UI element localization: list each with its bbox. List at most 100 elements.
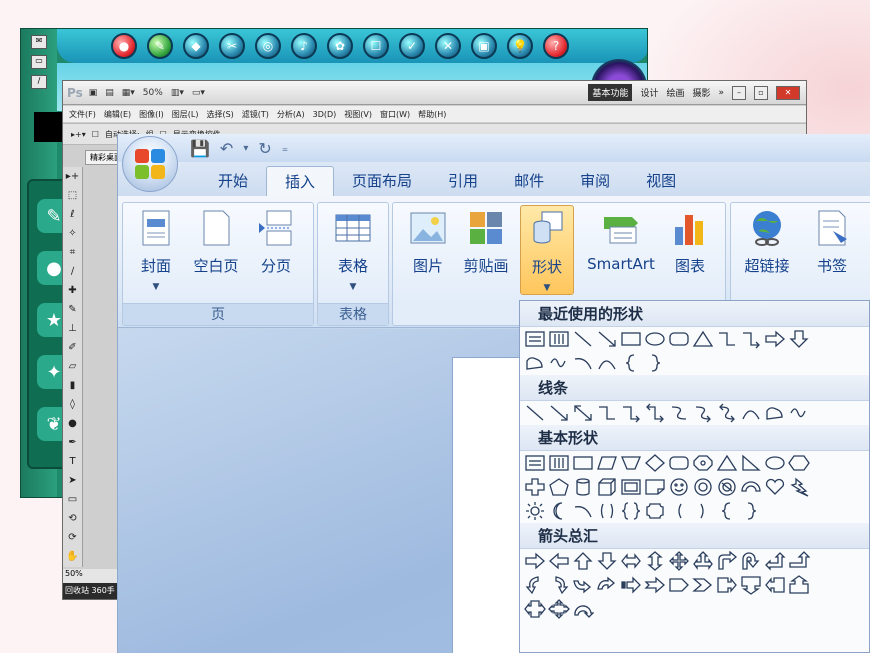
sun-shape-icon[interactable] — [524, 501, 546, 521]
smartart-button[interactable]: SmartArt — [583, 209, 659, 273]
parallelogram-shape-icon[interactable] — [596, 453, 618, 473]
shape-tool-icon[interactable]: ▭ — [63, 490, 82, 509]
right-brace-shape-icon[interactable] — [644, 353, 666, 373]
blank-page-button[interactable]: 空白页 — [189, 209, 243, 276]
arrow-line-shape-icon[interactable] — [548, 403, 570, 423]
left-brace-shape-icon[interactable] — [620, 353, 642, 373]
crop-tool-icon[interactable]: ⌗ — [63, 243, 82, 262]
mini-icon[interactable]: ✉ — [31, 35, 47, 49]
heart-shape-icon[interactable] — [764, 477, 786, 497]
curved-arrow-connector-icon[interactable] — [692, 403, 714, 423]
brush-tool-icon[interactable]: ✎ — [63, 300, 82, 319]
chevron-shape-icon[interactable] — [692, 575, 714, 595]
cover-page-button[interactable]: 封面 ▼ — [129, 209, 183, 292]
tab-view[interactable]: 视图 — [628, 166, 694, 196]
curved-right-arrow-shape-icon[interactable] — [524, 575, 546, 595]
mini-bridge-icon[interactable]: ▤ — [105, 88, 114, 98]
eraser-tool-icon[interactable]: ▱ — [63, 357, 82, 376]
tool-icon[interactable]: ✎ — [147, 33, 173, 59]
hand-tool-icon[interactable]: ✋ — [63, 547, 82, 566]
marquee-tool-icon[interactable]: ⬚ — [63, 186, 82, 205]
left-right-up-arrow-shape-icon[interactable] — [692, 551, 714, 571]
curved-up-arrow-shape-icon[interactable] — [572, 575, 594, 595]
customize-qat-icon[interactable]: ₌ — [282, 141, 288, 155]
block-arc-shape-icon[interactable] — [740, 477, 762, 497]
down-arrow-shape-icon[interactable] — [788, 329, 810, 349]
right-brace-shape-icon[interactable] — [740, 501, 762, 521]
hyperlink-button[interactable]: 超链接 — [735, 209, 799, 276]
workspace-design[interactable]: 设计 — [640, 86, 658, 99]
diamond-shape-icon[interactable] — [644, 453, 666, 473]
left-bracket-shape-icon[interactable] — [668, 501, 690, 521]
cross-shape-icon[interactable] — [524, 477, 546, 497]
circular-arrow-shape-icon[interactable] — [572, 599, 594, 619]
cube-shape-icon[interactable] — [596, 477, 618, 497]
menu-view[interactable]: 视图(V) — [344, 109, 372, 120]
lightning-bolt-shape-icon[interactable] — [788, 477, 810, 497]
history-brush-icon[interactable]: ✐ — [63, 338, 82, 357]
bent-up-arrow-shape-icon[interactable] — [788, 551, 810, 571]
undo-icon[interactable]: ↶ — [220, 139, 233, 158]
blur-tool-icon[interactable]: ◊ — [63, 395, 82, 414]
bent-arrow-shape-icon[interactable] — [716, 551, 738, 571]
tool-icon[interactable]: ♪ — [291, 33, 317, 59]
picture-button[interactable]: 图片 — [401, 209, 455, 276]
curve-shape-icon[interactable] — [740, 403, 762, 423]
quad-arrow-callout-shape-icon[interactable] — [548, 599, 570, 619]
curved-connector-icon[interactable] — [668, 403, 690, 423]
triangle-shape-icon[interactable] — [716, 453, 738, 473]
arrow-line-shape-icon[interactable] — [596, 329, 618, 349]
left-arrow-callout-shape-icon[interactable] — [764, 575, 786, 595]
menu-analysis[interactable]: 分析(A) — [277, 109, 305, 120]
bulb-icon[interactable]: 💡 — [507, 33, 533, 59]
striped-right-arrow-shape-icon[interactable] — [620, 575, 642, 595]
elbow-connector-icon[interactable] — [596, 403, 618, 423]
bookmark-button[interactable]: 书签 — [805, 209, 859, 276]
up-down-arrow-shape-icon[interactable] — [644, 551, 666, 571]
down-arrow-shape-icon[interactable] — [596, 551, 618, 571]
arc-shape-icon[interactable] — [572, 353, 594, 373]
vertical-text-box-icon[interactable] — [548, 453, 570, 473]
left-arrow-shape-icon[interactable] — [548, 551, 570, 571]
elbow-arrow-connector-icon[interactable] — [620, 403, 642, 423]
moon-shape-icon[interactable] — [548, 501, 570, 521]
line-shape-icon[interactable] — [572, 329, 594, 349]
healing-tool-icon[interactable]: ✚ — [63, 281, 82, 300]
bevel-shape-icon[interactable] — [620, 477, 642, 497]
tab-references[interactable]: 引用 — [430, 166, 496, 196]
arrange-docs-icon[interactable]: ▥▾ — [171, 88, 184, 98]
curved-double-arrow-connector-icon[interactable] — [716, 403, 738, 423]
tab-home[interactable]: 开始 — [200, 166, 266, 196]
no-symbol-shape-icon[interactable] — [716, 477, 738, 497]
minimize-icon[interactable]: – — [732, 85, 746, 100]
shapes-button[interactable]: 形状 ▼ — [520, 205, 574, 295]
text-box-icon[interactable] — [524, 453, 546, 473]
zoom-level[interactable]: 50% — [143, 88, 163, 98]
tool-icon[interactable]: ▣ — [471, 33, 497, 59]
up-arrow-callout-shape-icon[interactable] — [788, 575, 810, 595]
line-shape-icon[interactable] — [524, 403, 546, 423]
table-button[interactable]: 表格 ▼ — [326, 209, 380, 292]
pentagon-shape-icon[interactable] — [548, 477, 570, 497]
left-right-arrow-shape-icon[interactable] — [620, 551, 642, 571]
rectangle-shape-icon[interactable] — [572, 453, 594, 473]
more-workspaces[interactable]: » — [718, 88, 724, 98]
eyedropper-tool-icon[interactable]: ∕ — [63, 262, 82, 281]
workspace-painting[interactable]: 绘画 — [666, 86, 684, 99]
freeform-shape-icon[interactable] — [524, 353, 546, 373]
ps-status-zoom[interactable]: 50% — [63, 569, 123, 583]
scribble-shape-icon[interactable] — [788, 403, 810, 423]
gradient-tool-icon[interactable]: ▮ — [63, 376, 82, 395]
rounded-rectangle-shape-icon[interactable] — [668, 453, 690, 473]
curve-shape-icon[interactable] — [596, 353, 618, 373]
hexagon-shape-icon[interactable] — [788, 453, 810, 473]
up-arrow-shape-icon[interactable] — [572, 551, 594, 571]
move-tool-icon[interactable]: ▸+▾ — [71, 130, 86, 139]
smiley-face-shape-icon[interactable] — [668, 477, 690, 497]
bridge-icon[interactable]: ▣ — [89, 88, 98, 98]
folded-corner-shape-icon[interactable] — [644, 477, 666, 497]
left-right-arrow-callout-shape-icon[interactable] — [524, 599, 546, 619]
ps-color-swatch[interactable] — [34, 112, 62, 142]
trapezoid-shape-icon[interactable] — [620, 453, 642, 473]
tool-icon[interactable]: ◎ — [255, 33, 281, 59]
